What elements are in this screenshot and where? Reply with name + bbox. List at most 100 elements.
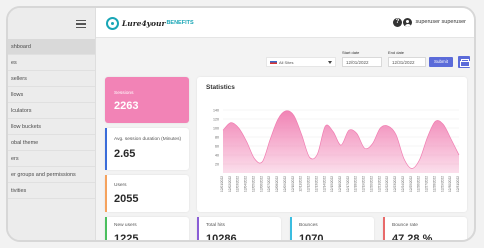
x-tick-label: 12/31/2022	[456, 176, 460, 192]
bounces-value: 1070	[299, 233, 324, 242]
accent-bar	[197, 217, 199, 240]
end-date-input[interactable]: 12/31/2022	[388, 57, 426, 67]
x-tick-label: 12/12/2022	[307, 176, 311, 192]
y-tick-label: 100	[213, 127, 219, 131]
avatar[interactable]	[403, 18, 412, 27]
users-label: Users	[114, 183, 127, 188]
new-users-value: 1225	[114, 233, 139, 242]
new-users-label: New users	[114, 223, 137, 228]
sessions-label: Sessions	[114, 91, 134, 96]
total-hits-label: Total hits	[206, 223, 225, 228]
avg-session-label: Avg. session duration (Minutes)	[114, 137, 182, 142]
sidebar-item[interactable]: tivities	[8, 183, 95, 199]
x-tick-label: 12/26/2022	[417, 176, 421, 192]
y-tick-label: 120	[213, 118, 219, 122]
users-card: Users 2055	[105, 175, 189, 212]
x-tick-label: 12/02/2022	[228, 176, 232, 192]
x-tick-label: 12/07/2022	[267, 176, 271, 192]
sidebar-item[interactable]: shboard	[8, 39, 95, 55]
brand-logo[interactable]: Lure4your BENEFITS	[106, 16, 194, 30]
total-hits-card: Total hits 10286	[197, 217, 281, 242]
sidebar-item[interactable]: lculators	[8, 103, 95, 119]
total-hits-value: 10286	[206, 233, 237, 242]
site-select-value: All Sites	[279, 60, 294, 65]
site-select[interactable]: All Sites	[266, 57, 336, 67]
y-tick-label: 20	[215, 163, 219, 167]
x-tick-label: 12/01/2022	[220, 176, 224, 192]
start-date-input[interactable]: 12/01/2022	[342, 57, 382, 67]
x-tick-label: 12/25/2022	[409, 176, 413, 192]
sessions-value: 2263	[114, 100, 139, 112]
statistics-chart: 20 40 60 80 100 120 140 12/01/2022 12/02/2022 12/…	[213, 109, 460, 192]
x-tick-label: 12/28/2022	[432, 176, 436, 192]
statistics-card: Statistics 20 40 60 80 100 120 140 12/01/2022 12…	[197, 77, 467, 212]
logo-icon	[106, 16, 119, 30]
x-tick-label: 12/11/2022	[299, 176, 303, 192]
x-tick-label: 12/29/2022	[440, 176, 444, 192]
y-tick-label: 40	[215, 154, 219, 158]
screen-frame: shboard es sellers llows lculators llow bucke…	[0, 0, 484, 248]
x-tick-label: 12/14/2022	[322, 176, 326, 192]
sidebar-menu: shboard es sellers llows lculators llow bucke…	[8, 39, 95, 199]
menu-icon[interactable]	[76, 20, 86, 28]
sidebar-item[interactable]: es	[8, 55, 95, 71]
x-tick-label: 12/04/2022	[244, 176, 248, 192]
avg-session-card: Avg. session duration (Minutes) 2.65	[105, 128, 189, 170]
x-tick-label: 12/05/2022	[251, 176, 255, 192]
end-date-label: End date	[388, 50, 405, 55]
submit-button[interactable]: Submit	[429, 57, 453, 67]
bounce-rate-label: Bounce rate	[392, 223, 418, 228]
avg-session-value: 2.65	[114, 148, 136, 160]
print-icon[interactable]	[458, 56, 470, 68]
filter-bar: All Sites Start date 12/01/2022 End date…	[96, 38, 474, 78]
help-icon[interactable]: ?	[393, 18, 402, 27]
x-tick-label: 12/30/2022	[448, 176, 452, 192]
accent-bar	[383, 217, 385, 240]
y-tick-label: 60	[215, 145, 219, 149]
x-tick-label: 12/06/2022	[259, 176, 263, 192]
x-tick-label: 12/24/2022	[401, 176, 405, 192]
flag-icon	[270, 61, 277, 64]
brand-suffix: BENEFITS	[166, 20, 194, 26]
x-tick-label: 12/23/2022	[393, 176, 397, 192]
sessions-card: Sessions 2263	[105, 77, 189, 123]
sidebar-item[interactable]: llows	[8, 87, 95, 103]
sidebar: shboard es sellers llows lculators llow bucke…	[8, 8, 96, 240]
x-tick-label: 12/15/2022	[330, 176, 334, 192]
bounce-rate-value: 47.28 %	[392, 233, 433, 242]
x-tick-label: 12/22/2022	[385, 176, 389, 192]
new-users-card: New users 1225	[105, 217, 189, 242]
accent-bar	[290, 217, 292, 240]
sidebar-item[interactable]: ers	[8, 151, 95, 167]
x-tick-label: 12/17/2022	[346, 176, 350, 192]
accent-bar	[105, 128, 107, 170]
y-tick-label: 80	[215, 136, 219, 140]
sidebar-item[interactable]: obal theme	[8, 135, 95, 151]
x-tick-label: 12/18/2022	[354, 176, 358, 192]
accent-bar	[105, 217, 107, 240]
sidebar-item[interactable]: sellers	[8, 71, 95, 87]
accent-bar	[105, 175, 107, 212]
x-tick-label: 12/08/2022	[275, 176, 279, 192]
bounce-rate-card: Bounce rate 47.28 %	[383, 217, 467, 242]
x-tick-label: 12/20/2022	[369, 176, 373, 192]
x-tick-label: 12/21/2022	[377, 176, 381, 192]
sidebar-item[interactable]: llow buckets	[8, 119, 95, 135]
series-area	[223, 110, 459, 173]
x-tick-label: 12/13/2022	[314, 176, 318, 192]
app-window: shboard es sellers llows lculators llow bucke…	[6, 6, 476, 242]
bounces-card: Bounces 1070	[290, 217, 374, 242]
x-tick-label: 12/27/2022	[425, 176, 429, 192]
x-tick-label: 12/09/2022	[283, 176, 287, 192]
y-tick-label: 140	[213, 109, 219, 113]
brand-name: Lure4your	[122, 18, 166, 28]
x-tick-label: 12/10/2022	[291, 176, 295, 192]
sidebar-item[interactable]: er groups and permissions	[8, 167, 95, 183]
x-tick-label: 12/16/2022	[338, 176, 342, 192]
start-date-label: Start date	[342, 50, 360, 55]
users-value: 2055	[114, 193, 139, 205]
top-bar: Lure4your BENEFITS ? superuser superuser	[96, 8, 474, 38]
bounces-label: Bounces	[299, 223, 318, 228]
x-tick-label: 12/03/2022	[236, 176, 240, 192]
user-name[interactable]: superuser superuser	[416, 19, 466, 25]
